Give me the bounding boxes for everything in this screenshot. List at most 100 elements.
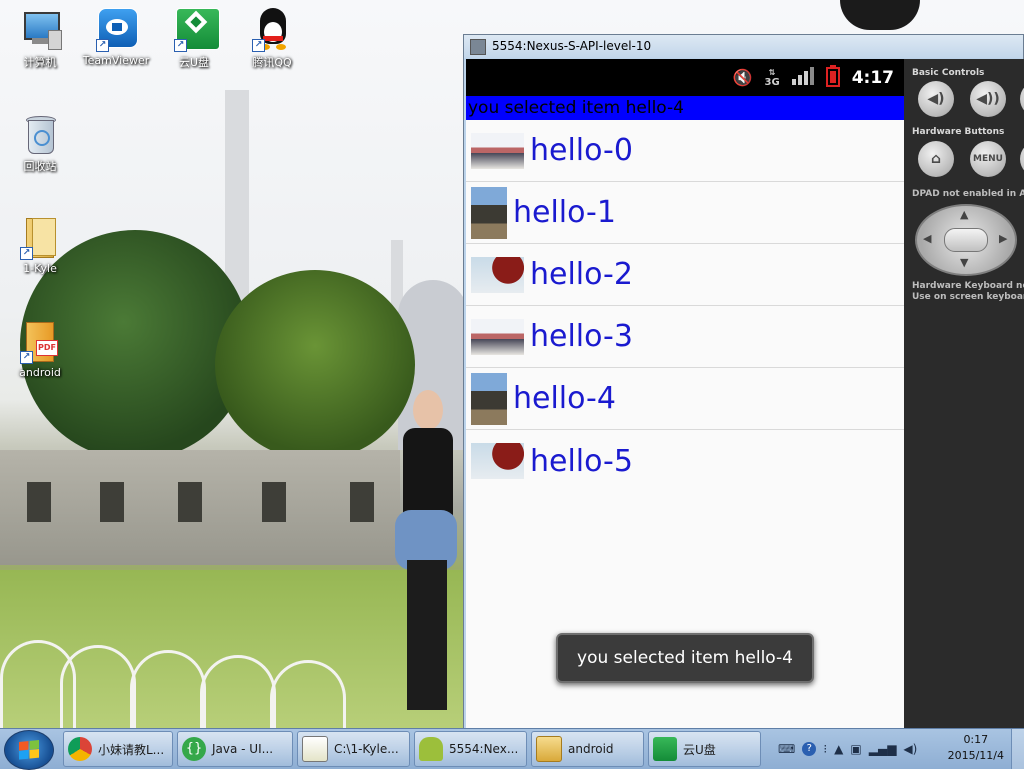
show-desktop-button[interactable] [1011,729,1024,769]
emulator-titlebar[interactable]: 5554:Nexus-S-API-level-10 [464,35,1023,58]
list-item-label: hello-3 [530,319,633,354]
list-item[interactable]: hello-0 [466,120,904,182]
power-button[interactable] [1020,81,1024,117]
dpad-control[interactable]: ▲ ▼ ◀ ▶ [915,204,1017,276]
desktop-icon-computer[interactable]: 计算机 [4,8,76,70]
tray-options-icon[interactable]: ⁝ [823,742,827,756]
taskbar-button-folder[interactable]: android [531,731,644,767]
taskbar-button-eclipse[interactable]: {} Java - UI... [177,731,293,767]
photo-atv-thumb [471,186,507,239]
taskbar-button-emulator[interactable]: 5554:Nex... [414,731,527,767]
teamviewer-icon: ↗ [94,8,138,52]
status-bar-time: 4:17 [851,67,894,88]
desktop-icon-recycle-bin[interactable]: 回收站 [4,112,76,174]
fence-arc [200,655,276,733]
list-item-label: hello-1 [513,195,616,230]
eclipse-icon: {} [182,737,206,761]
desktop-icon-cloud-drive[interactable]: ↗ 云U盘 [158,8,230,70]
photo-group-thumb [471,132,524,169]
taskbar-button-chrome[interactable]: 小妹请教L... [63,731,173,767]
signal-icon [791,66,814,89]
list-item[interactable]: hello-5 [466,430,904,492]
battery-alert-icon [825,64,840,91]
taskbar-clock[interactable]: 0:17 2015/11/4 [948,732,1004,764]
windows-logo-icon [19,739,39,761]
keyboard-note: Hardware Keyboard not enabled in AVD [912,281,1024,291]
basic-controls-heading: Basic Controls [912,68,985,78]
qq-penguin-icon: ↗ [250,8,294,52]
usb-device-icon[interactable]: ▣ [850,742,861,756]
street-lamp [840,0,920,30]
pdf-file-icon: PDF ↗ [18,320,62,364]
android-screen[interactable]: 🔇 ⇅ 3G 4:17 you selected item hello-4 hel… [466,59,904,731]
help-icon[interactable]: ? [802,742,817,756]
list-item[interactable]: hello-4 [466,368,904,430]
dpad-right-icon: ▶ [999,232,1008,245]
taskbar-button-notepad[interactable]: C:\1-Kyle... [297,731,410,767]
wall-window [100,482,124,522]
wall-window [27,482,51,522]
home-icon: ⌂ [930,151,942,167]
desktop-icon-label: 计算机 [23,56,57,69]
3g-icon: ⇅ 3G [764,67,780,88]
wall-window [350,482,374,522]
wall-window [178,482,202,522]
volume-down-icon: ◀) [927,91,945,107]
fence-arc [60,645,136,733]
show-hidden-icons-icon[interactable]: ▲ [834,742,843,756]
wall-window [262,482,286,522]
list-item[interactable]: hello-3 [466,306,904,368]
dpad-left-icon: ◀ [923,232,932,245]
fence-arc [130,650,206,733]
computer-icon [18,8,62,52]
list-item[interactable]: hello-1 [466,182,904,244]
folder-icon [536,736,562,762]
shortcut-arrow-icon: ↗ [174,39,187,52]
mute-icon: 🔇 [732,68,753,87]
desktop-icon-qq[interactable]: ↗ 腾讯QQ [236,8,308,70]
emulator-title: 5554:Nexus-S-API-level-10 [492,39,652,53]
recycle-bin-icon [18,112,62,156]
desktop-icon-folder[interactable]: ↗ 1-Kyle [4,216,76,275]
volume-icon[interactable]: ◀) [903,742,917,756]
list-item-label: hello-5 [530,443,633,479]
desktop-icon-android-pdf[interactable]: PDF ↗ android [4,320,76,379]
cloud-drive-icon: ↗ [172,8,220,52]
volume-up-button[interactable]: ◀)) [970,81,1006,117]
taskbar-button-cloud-drive[interactable]: 云U盘 [648,731,761,767]
menu-button[interactable]: MENU [970,141,1006,177]
photo-group-thumb [471,318,524,355]
desktop-icon-label: 云U盘 [178,56,210,69]
list-item[interactable]: hello-2 [466,244,904,306]
cloud-drive-icon [653,737,677,761]
shortcut-arrow-icon: ↗ [20,351,33,364]
list-item-label: hello-4 [513,381,616,416]
emulator-window[interactable]: 5554:Nexus-S-API-level-10 🔇 ⇅ 3G 4:17 you… [463,34,1024,731]
clock-date: 2015/11/4 [947,749,1004,762]
dpad-up-icon: ▲ [960,208,969,221]
emulator-controls-panel: Basic Controls ◀) ◀)) Hardware Buttons ⌂… [904,59,1024,731]
keyboard-icon[interactable]: ⌨ [778,742,795,756]
network-signal-icon[interactable]: ▂▄▆ [869,742,897,756]
shortcut-arrow-icon: ↗ [20,247,33,260]
desktop-icon-label: 腾讯QQ [252,56,292,69]
desktop-icon-teamviewer[interactable]: ↗ TeamViewer [80,8,152,67]
fence-arc [270,660,346,733]
notepad-icon [302,736,328,762]
android-icon [419,737,443,761]
start-button[interactable] [4,730,54,770]
desktop-icon-label: android [19,366,61,379]
hardware-buttons-heading: Hardware Buttons [912,127,1005,137]
hello-list: hello-0 hello-1 hello-2 hello-3 hello-4 … [466,120,904,492]
volume-down-button[interactable]: ◀) [918,81,954,117]
toast-message: you selected item hello-4 [556,633,814,683]
desktop-icon-label: TeamViewer [82,54,150,67]
dpad-down-icon: ▼ [960,256,969,269]
dpad-center-button[interactable] [944,228,988,252]
list-item-label: hello-0 [530,133,633,168]
windows-taskbar: 小妹请教L... {} Java - UI... C:\1-Kyle... 55… [0,728,1024,770]
photo-balloon-thumb [471,443,524,479]
keyboard-note-2: Use on screen keyboard [912,292,1024,302]
back-button[interactable] [1020,141,1024,177]
home-button[interactable]: ⌂ [918,141,954,177]
